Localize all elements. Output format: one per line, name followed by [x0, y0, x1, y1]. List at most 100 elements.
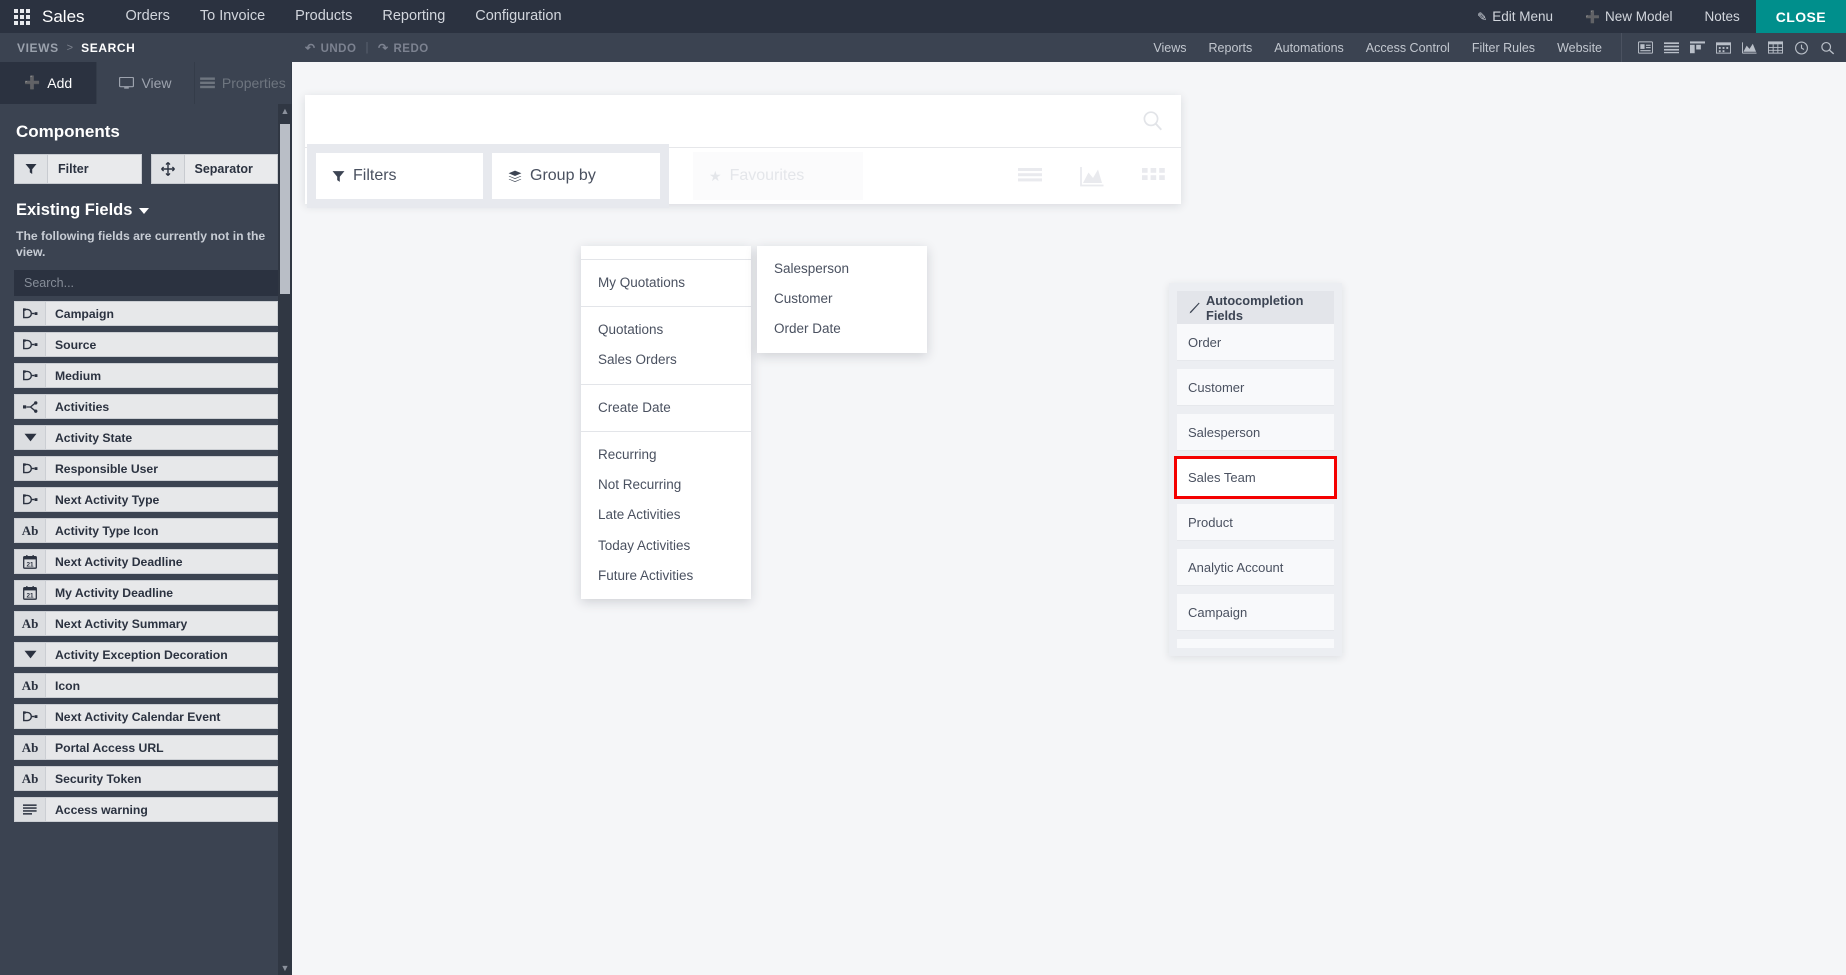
breadcrumb-search[interactable]: SEARCH	[78, 41, 138, 55]
tab-properties[interactable]: Properties	[194, 62, 292, 104]
nav-item-orders[interactable]: Orders	[111, 0, 185, 33]
existing-field-item[interactable]: Next Activity Calendar Event	[14, 704, 278, 730]
subnav-filter-rules[interactable]: Filter Rules	[1461, 41, 1546, 55]
search-input-area[interactable]	[305, 95, 1181, 148]
existing-field-item[interactable]: Ab Portal Access URL	[14, 735, 278, 761]
groupby-dropdown-button[interactable]: Group by	[483, 144, 669, 208]
tab-view[interactable]: View	[97, 62, 195, 104]
nav-item-products[interactable]: Products	[280, 0, 367, 33]
existing-field-item[interactable]: Access warning	[14, 797, 278, 823]
tab-add[interactable]: ➕ Add	[0, 62, 98, 104]
filters-menu-item[interactable]: Quotations	[581, 315, 751, 345]
edit-menu-button[interactable]: ✎ Edit Menu	[1461, 0, 1569, 34]
field-search-input[interactable]	[14, 270, 278, 297]
many2one-icon	[15, 457, 46, 481]
filters-menu-item[interactable]: Create Date	[581, 393, 751, 423]
sidebar-scrollbar[interactable]: ▲ ▼	[278, 104, 292, 975]
existing-field-item[interactable]: Activities	[14, 394, 278, 420]
filters-menu-item[interactable]: Not Recurring	[581, 470, 751, 500]
activity-clock-icon[interactable]	[1788, 38, 1814, 58]
existing-field-item[interactable]: 21 Next Activity Deadline	[14, 549, 278, 575]
existing-field-item[interactable]: Activity State	[14, 425, 278, 451]
groupby-menu-item[interactable]: Customer	[757, 284, 927, 314]
groupby-menu-item[interactable]: Salesperson	[757, 254, 927, 284]
nav-item-to-invoice[interactable]: To Invoice	[185, 0, 280, 33]
filters-menu-item[interactable]: Sales Orders	[581, 345, 751, 375]
existing-field-item[interactable]: Ab Security Token	[14, 766, 278, 792]
scroll-down-arrow-icon[interactable]: ▼	[281, 961, 290, 975]
filters-dropdown-button[interactable]: Filters	[307, 144, 493, 208]
existing-field-label: Next Activity Summary	[55, 616, 188, 631]
existing-field-item[interactable]: Ab Next Activity Summary	[14, 611, 278, 637]
filters-menu-item[interactable]: Recurring	[581, 440, 751, 470]
tab-add-label: Add	[47, 75, 73, 91]
undo-button[interactable]: ↶ UNDO	[305, 41, 356, 55]
close-button[interactable]: CLOSE	[1755, 0, 1846, 33]
autocompletion-item[interactable]: Customer	[1177, 369, 1334, 406]
app-brand-sales[interactable]: Sales	[42, 7, 85, 27]
search-icon[interactable]	[1814, 38, 1840, 58]
existing-field-item[interactable]: Ab Activity Type Icon	[14, 518, 278, 544]
move-cross-icon	[151, 155, 185, 183]
nav-item-configuration[interactable]: Configuration	[460, 0, 576, 33]
autocompletion-fields-header[interactable]: Autocompletion Fields	[1177, 291, 1334, 324]
groupby-dropdown-slot: Group by	[483, 144, 669, 208]
component-separator[interactable]: Separator	[150, 154, 278, 184]
list-icon[interactable]	[1017, 164, 1043, 188]
kanban-grid-icon[interactable]	[1141, 164, 1167, 188]
component-filter[interactable]: Filter	[14, 154, 142, 184]
scroll-up-arrow-icon[interactable]: ▲	[281, 104, 290, 118]
kanban-icon[interactable]	[1684, 38, 1710, 58]
new-model-button[interactable]: ➕ New Model	[1569, 0, 1688, 34]
graph-icon[interactable]	[1079, 164, 1105, 188]
filters-menu-item[interactable]: Today Activities	[581, 531, 751, 561]
autocompletion-title: Autocompletion Fields	[1206, 292, 1304, 323]
graph-icon[interactable]	[1736, 38, 1762, 58]
existing-fields-toggle[interactable]: Existing Fields	[16, 201, 278, 220]
subnav-views[interactable]: Views	[1142, 41, 1197, 55]
top-navbar: Sales Orders To Invoice Products Reporti…	[0, 0, 1846, 33]
selection-icon	[15, 643, 46, 667]
apps-grid-icon[interactable]	[14, 8, 30, 25]
existing-field-item[interactable]: Next Activity Type	[14, 487, 278, 513]
autocompletion-item[interactable]: Salesperson	[1177, 414, 1334, 451]
subnav-website[interactable]: Website	[1546, 41, 1613, 55]
existing-field-item[interactable]: Campaign	[14, 301, 278, 327]
scrollbar-thumb[interactable]	[280, 124, 290, 294]
favourites-dropdown-button[interactable]: ★ Favourites	[693, 152, 863, 200]
filters-menu-item[interactable]: Late Activities	[581, 500, 751, 530]
subnav-automations[interactable]: Automations	[1263, 41, 1354, 55]
existing-field-item[interactable]: Activity Exception Decoration	[14, 642, 278, 668]
breadcrumb-separator: >	[66, 41, 74, 54]
navbar-right-group: ✎ Edit Menu ➕ New Model Notes CLOSE	[1461, 0, 1846, 33]
existing-field-item[interactable]: Responsible User	[14, 456, 278, 482]
subnav-access-control[interactable]: Access Control	[1355, 41, 1461, 55]
form-icon[interactable]	[1632, 38, 1658, 58]
existing-field-item[interactable]: Source	[14, 332, 278, 358]
text-icon	[15, 798, 46, 822]
monitor-icon	[119, 77, 135, 89]
redo-label: REDO	[393, 42, 429, 55]
many2one-icon	[15, 302, 46, 326]
filters-menu-item[interactable]: Future Activities	[581, 561, 751, 591]
calendar-icon[interactable]	[1710, 38, 1736, 58]
autocompletion-item-selected[interactable]: Sales Team	[1174, 456, 1337, 499]
autocompletion-item[interactable]: Analytic Account	[1177, 549, 1334, 586]
existing-field-item[interactable]: Ab Icon	[14, 673, 278, 699]
nav-item-reporting[interactable]: Reporting	[367, 0, 460, 33]
list-icon[interactable]	[1658, 38, 1684, 58]
many2one-icon	[15, 333, 46, 357]
breadcrumb-views[interactable]: VIEWS	[14, 41, 62, 55]
redo-button[interactable]: ↷ REDO	[378, 41, 429, 55]
filters-menu-item[interactable]: My Quotations	[581, 268, 751, 298]
pivot-icon[interactable]	[1762, 38, 1788, 58]
subnav-reports[interactable]: Reports	[1198, 41, 1264, 55]
groupby-menu-item[interactable]: Order Date	[757, 314, 927, 344]
autocompletion-item[interactable]: Order	[1177, 324, 1334, 361]
autocompletion-item[interactable]: Product	[1177, 504, 1334, 541]
existing-field-item[interactable]: 21 My Activity Deadline	[14, 580, 278, 606]
notes-button[interactable]: Notes	[1688, 0, 1755, 33]
subbar-right-group: Views Reports Automations Access Control…	[1142, 33, 1846, 62]
existing-field-item[interactable]: Medium	[14, 363, 278, 389]
autocompletion-item[interactable]: Campaign	[1177, 594, 1334, 631]
